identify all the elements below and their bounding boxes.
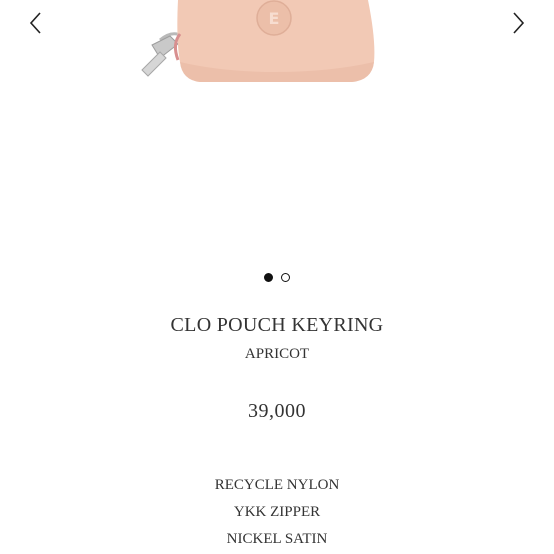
logo-letter: E bbox=[269, 9, 280, 28]
product-color: APRICOT bbox=[244, 346, 310, 362]
gallery-pagination bbox=[0, 273, 554, 282]
material-item: NICKEL SATIN bbox=[226, 531, 328, 547]
product-gallery: E bbox=[0, 0, 554, 260]
material-item: YKK ZIPPER bbox=[233, 504, 321, 520]
chevron-right-icon bbox=[513, 12, 525, 34]
pouch-illustration: E bbox=[141, 0, 375, 82]
gallery-dot-1[interactable] bbox=[264, 273, 273, 282]
product-title: CLO POUCH KEYRING bbox=[170, 314, 384, 336]
product-image[interactable]: E bbox=[130, 0, 390, 90]
product-materials-list: RECYCLE NYLON YKK ZIPPER NICKEL SATIN bbox=[0, 472, 554, 553]
chevron-left-icon bbox=[29, 12, 41, 34]
material-item: RECYCLE NYLON bbox=[214, 477, 340, 493]
gallery-dot-2[interactable] bbox=[281, 273, 290, 282]
next-image-button[interactable] bbox=[506, 8, 530, 38]
previous-image-button[interactable] bbox=[24, 8, 48, 38]
product-price: 39,000 bbox=[248, 400, 306, 422]
